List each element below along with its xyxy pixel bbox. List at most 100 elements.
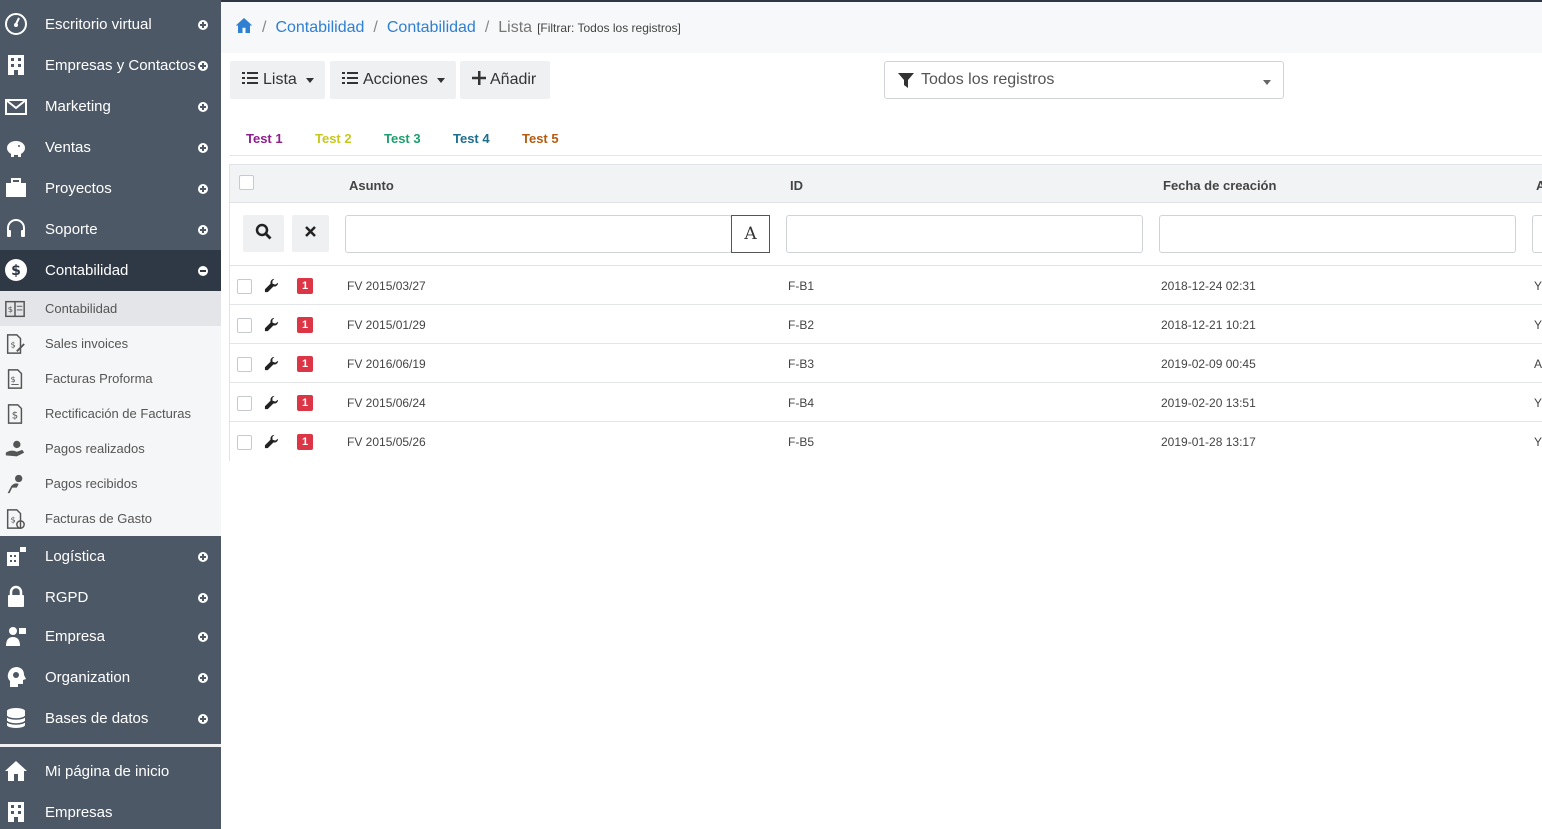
extra-filter-input[interactable] xyxy=(1532,215,1542,253)
list-icon xyxy=(342,71,358,90)
fecha-filter-input[interactable] xyxy=(1159,215,1516,253)
filter-select[interactable]: Todos los registros xyxy=(884,61,1284,99)
sidebar-item-empresa[interactable]: Empresa xyxy=(0,616,221,657)
users-icon xyxy=(4,624,28,648)
expand-icon[interactable] xyxy=(198,19,208,30)
sidebar-item-logistica[interactable]: Logística xyxy=(0,536,221,577)
search-icon xyxy=(255,223,272,245)
row-checkbox[interactable] xyxy=(237,318,252,333)
sidebar-item-soporte[interactable]: Soporte xyxy=(0,209,221,250)
cell-id: F-B4 xyxy=(788,396,815,410)
records-table: Asunto ID Fecha de creación A A 1 FV 201… xyxy=(229,164,1542,461)
breadcrumb-link[interactable]: Contabilidad xyxy=(275,19,364,37)
asunto-filter-mode-button[interactable]: A xyxy=(731,215,770,253)
sidebar-item-label: Bases de datos xyxy=(45,710,149,727)
wrench-icon[interactable] xyxy=(264,434,279,454)
sidebar-item-organization[interactable]: Organization xyxy=(0,657,221,698)
home-icon[interactable] xyxy=(235,17,253,39)
row-checkbox[interactable] xyxy=(237,435,252,450)
cell-asunto: FV 2015/06/24 xyxy=(347,396,426,410)
sidebar-item-label: Empresas y Contactos xyxy=(45,57,196,74)
wrench-icon[interactable] xyxy=(264,317,279,337)
row-checkbox[interactable] xyxy=(237,279,252,294)
expand-icon[interactable] xyxy=(198,592,208,603)
sidebar-subitem-facturas-gasto[interactable]: $ Facturas de Gasto xyxy=(0,501,221,536)
table-row[interactable]: 1 FV 2015/01/29 F-B2 2018-12-21 10:21 Y xyxy=(230,305,1542,344)
wrench-icon[interactable] xyxy=(264,278,279,298)
sidebar-subitem-facturas-proforma[interactable]: $ Facturas Proforma xyxy=(0,361,221,396)
breadcrumb-link[interactable]: Contabilidad xyxy=(387,19,476,37)
sidebar-item-empresas-contactos[interactable]: Empresas y Contactos xyxy=(0,45,221,86)
column-header-asunto[interactable]: Asunto xyxy=(349,178,394,193)
sidebar-item-label: Mi página de inicio xyxy=(45,763,170,780)
sidebar-item-contabilidad[interactable]: $ Contabilidad xyxy=(0,250,221,291)
sidebar-subitem-rectificacion[interactable]: $ Rectificación de Facturas xyxy=(0,396,221,431)
wrench-icon[interactable] xyxy=(264,356,279,376)
expand-icon[interactable] xyxy=(198,101,208,112)
table-header: Asunto ID Fecha de creación A xyxy=(230,165,1542,203)
sidebar-subitem-pagos-recibidos[interactable]: Pagos recibidos xyxy=(0,466,221,501)
sidebar-item-proyectos[interactable]: Proyectos xyxy=(0,168,221,209)
cell-id: F-B5 xyxy=(788,435,815,449)
sidebar-subitem-label: Contabilidad xyxy=(45,301,118,316)
cell-fecha: 2018-12-24 02:31 xyxy=(1161,279,1256,293)
sidebar: Escritorio virtual Empresas y Contactos … xyxy=(0,0,221,829)
sidebar-item-bases-datos[interactable]: Bases de datos xyxy=(0,698,221,739)
expand-icon[interactable] xyxy=(198,631,208,642)
tag-test-5[interactable]: Test 5 xyxy=(522,131,559,146)
caret-down-icon xyxy=(436,77,445,83)
breadcrumb-current: Lista xyxy=(498,19,533,36)
sidebar-subitem-sales-invoices[interactable]: $ Sales invoices xyxy=(0,326,221,361)
asunto-filter-input[interactable] xyxy=(345,215,732,253)
svg-text:$: $ xyxy=(12,411,18,422)
actions-button[interactable]: Acciones xyxy=(330,61,456,99)
select-all-checkbox[interactable] xyxy=(239,175,254,190)
sidebar-item-empresas[interactable]: Empresas xyxy=(0,792,221,829)
collapse-icon[interactable] xyxy=(198,265,208,276)
column-header-fecha[interactable]: Fecha de creación xyxy=(1163,178,1276,193)
svg-text:$: $ xyxy=(11,374,16,384)
divider xyxy=(229,155,1542,156)
cell-id: F-B1 xyxy=(788,279,815,293)
sidebar-item-rgpd[interactable]: RGPD xyxy=(0,577,221,618)
expand-icon[interactable] xyxy=(198,672,208,683)
expand-icon[interactable] xyxy=(198,224,208,235)
table-row[interactable]: 1 FV 2015/03/27 F-B1 2018-12-24 02:31 Y xyxy=(230,266,1542,305)
tag-test-4[interactable]: Test 4 xyxy=(453,131,490,146)
clear-filters-button[interactable] xyxy=(292,215,329,252)
column-header-id[interactable]: ID xyxy=(790,178,803,193)
row-checkbox[interactable] xyxy=(237,357,252,372)
expand-icon[interactable] xyxy=(198,183,208,194)
sidebar-subitem-contabilidad[interactable]: $ Contabilidad xyxy=(0,291,221,326)
tag-test-2[interactable]: Test 2 xyxy=(315,131,352,146)
table-row[interactable]: 1 FV 2016/06/19 F-B3 2019-02-09 00:45 A xyxy=(230,344,1542,383)
dollar-icon: $ xyxy=(4,258,28,282)
sidebar-item-label: Empresa xyxy=(45,628,106,645)
sidebar-subitem-pagos-realizados[interactable]: Pagos realizados xyxy=(0,431,221,466)
add-button[interactable]: Añadir xyxy=(460,61,550,99)
sidebar-item-mi-pagina-inicio[interactable]: Mi página de inicio xyxy=(0,751,221,792)
expand-icon[interactable] xyxy=(198,713,208,724)
sidebar-subpanel: $ Contabilidad $ Sales invoices $ Factur… xyxy=(0,291,221,536)
expense-invoice-icon: $ xyxy=(4,508,26,530)
expand-icon[interactable] xyxy=(198,551,208,562)
table-row[interactable]: 1 FV 2015/05/26 F-B5 2019-01-28 13:17 Y xyxy=(230,422,1542,461)
tag-test-1[interactable]: Test 1 xyxy=(246,131,283,146)
expand-icon[interactable] xyxy=(198,142,208,153)
wrench-icon[interactable] xyxy=(264,395,279,415)
list-view-button[interactable]: Lista xyxy=(230,61,325,99)
database-icon xyxy=(4,706,28,730)
row-checkbox[interactable] xyxy=(237,396,252,411)
expand-icon[interactable] xyxy=(198,60,208,71)
column-header-extra[interactable]: A xyxy=(1536,178,1542,193)
id-filter-input[interactable] xyxy=(786,215,1143,253)
sidebar-subitem-label: Rectificación de Facturas xyxy=(45,406,191,421)
cell-extra: A xyxy=(1534,357,1542,371)
table-row[interactable]: 1 FV 2015/06/24 F-B4 2019-02-20 13:51 Y xyxy=(230,383,1542,422)
sidebar-item-marketing[interactable]: Marketing xyxy=(0,86,221,127)
hand-receive-icon xyxy=(4,473,26,495)
tag-test-3[interactable]: Test 3 xyxy=(384,131,421,146)
sidebar-item-ventas[interactable]: Ventas xyxy=(0,127,221,168)
sidebar-item-escritorio-virtual[interactable]: Escritorio virtual xyxy=(0,4,221,45)
search-button[interactable] xyxy=(243,215,284,252)
